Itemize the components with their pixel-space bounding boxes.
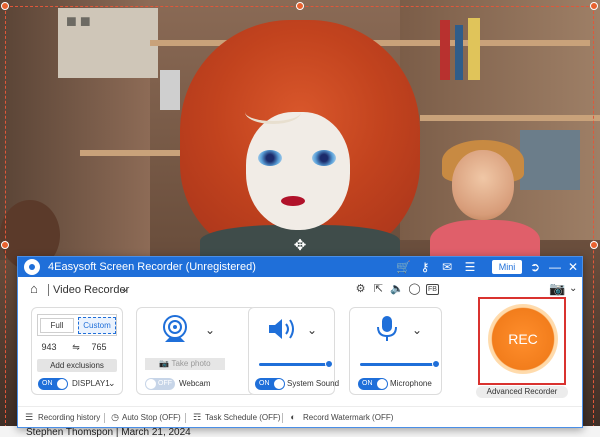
chevron-down-icon[interactable]: ⌄ [412,324,422,336]
app-title: 4Easysoft Screen Recorder (Unregistered) [48,261,256,273]
microphone-toggle[interactable]: ON [358,378,388,390]
clock-icon[interactable]: ◷ [110,412,120,423]
home-icon[interactable]: ⌂ [30,282,44,296]
camera-icon[interactable]: 📷 [549,282,565,296]
close-icon[interactable]: ✕ [566,260,580,274]
calendar-icon[interactable]: ☶ [192,412,202,423]
region-selector: Full Custom [37,314,117,336]
webcam-icon[interactable] [159,314,195,344]
microphone-label: Microphone [390,379,432,388]
recording-history-button[interactable]: Recording history [38,413,100,423]
rec-label[interactable]: REC [488,331,558,347]
display-toggle[interactable]: ON [38,378,68,390]
advanced-recorder-button[interactable]: Advanced Recorder [476,386,568,398]
cart-icon[interactable]: 🛒 [396,260,411,274]
take-photo-button: 📷 Take photo [145,358,225,370]
chevron-down-icon[interactable]: ⌄ [569,283,577,295]
key-icon[interactable]: ⚷ [418,260,432,274]
custom-region-button[interactable]: Custom [78,317,116,334]
camera-small-icon: 📷 [159,359,172,368]
caption-text: Stephen Thomspon | March 21, 2024 [26,427,191,437]
microphone-volume-slider[interactable] [360,363,436,366]
move-icon[interactable]: ✥ [292,238,308,254]
toggle-state-label: ON [42,380,53,387]
task-schedule-button[interactable]: Task Schedule (OFF) [205,413,281,423]
resize-handle[interactable] [1,241,9,249]
pin-icon[interactable]: ➲ [528,260,542,274]
chat-icon[interactable]: ✉ [440,260,454,274]
webcam-label: Webcam [179,379,211,388]
list-icon[interactable]: ☰ [24,412,34,423]
divider [48,284,49,296]
speaker-icon[interactable] [265,314,301,344]
watermark-icon[interactable]: ◐ [288,412,298,423]
divider [104,413,105,423]
toggle-state-label: ON [259,380,270,387]
microphone-icon[interactable] [370,314,406,344]
full-screen-button[interactable]: Full [40,318,74,333]
chevron-down-icon[interactable]: ⌄ [205,324,215,336]
toggle-knob [377,379,387,389]
screen: ■ ■ ✥ Stephen Thomspon | March 21, 2024 [0,0,600,437]
record-watermark-button[interactable]: Record Watermark (OFF) [303,413,393,423]
resize-handle[interactable] [296,2,304,10]
title-bar[interactable]: 4Easysoft Screen Recorder (Unregistered)… [18,257,582,277]
mouse-icon[interactable]: ◯ [408,283,421,296]
region-card: Full Custom 943 ⇋ 765 Add exclusions ON … [31,307,123,395]
export-icon[interactable]: ⇱ [372,283,385,296]
toggle-knob [146,379,156,389]
auto-stop-button[interactable]: Auto Stop (OFF) [122,413,181,423]
webcam-card: ⌄ 📷 Take photo OFF Webcam [136,307,257,395]
toggle-knob [274,379,284,389]
bottom-toolbar: ☰ Recording history ◷ Auto Stop (OFF) ☶ … [18,406,582,427]
webcam-toggle[interactable]: OFF [145,378,175,390]
slider-knob[interactable] [432,360,440,368]
recorder-window: 4Easysoft Screen Recorder (Unregistered)… [17,256,583,428]
volume-icon[interactable]: 🔈 [390,283,404,296]
mode-selector[interactable]: Video Recorder [53,284,129,296]
toggle-state-label: ON [362,380,373,387]
system-sound-card: ⌄ ON System Sound [248,307,339,395]
slider-knob[interactable] [325,360,333,368]
fn-icon[interactable]: FB [426,284,439,295]
add-exclusions-button[interactable]: Add exclusions [37,359,117,372]
chevron-down-icon[interactable]: ⌄ [108,378,116,388]
mini-button[interactable]: Mini [492,260,522,274]
system-sound-label: System Sound [287,379,340,388]
width-field[interactable]: 943 [38,341,60,353]
toggle-state-label: OFF [158,380,172,387]
minimize-icon[interactable]: — [548,260,562,274]
system-sound-toggle[interactable]: ON [255,378,285,390]
divider [185,413,186,423]
resize-handle[interactable] [590,2,598,10]
microphone-card: ⌄ ON Microphone [349,307,442,395]
chevron-down-icon[interactable]: ⌄ [120,283,129,295]
take-photo-label: Take photo [171,359,211,368]
gear-icon[interactable]: ⚙ [354,283,367,296]
resize-handle[interactable] [1,2,9,10]
chevron-down-icon[interactable]: ⌄ [307,324,317,336]
resize-handle[interactable] [590,241,598,249]
toggle-knob [57,379,67,389]
display-label[interactable]: DISPLAY1 [72,379,110,389]
divider [282,413,283,423]
link-icon[interactable]: ⇋ [70,341,82,353]
app-logo-icon [24,259,40,275]
menu-icon[interactable]: ☰ [463,260,477,274]
system-volume-slider[interactable] [259,363,329,366]
height-field[interactable]: 765 [88,341,110,353]
